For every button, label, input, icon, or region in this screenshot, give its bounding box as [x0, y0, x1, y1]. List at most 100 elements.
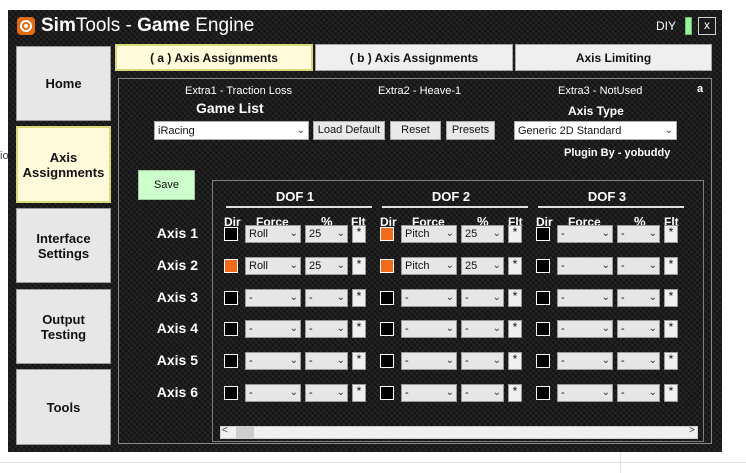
reset-button[interactable]: Reset [390, 121, 441, 140]
dof1-percent-select[interactable]: - ⌄ [305, 289, 348, 307]
dof3-force-select[interactable]: - ⌄ [557, 352, 613, 370]
dof1-filter-button[interactable]: * [352, 289, 366, 307]
dof1-force-select[interactable]: Roll ⌄ [245, 225, 301, 243]
dof2-dir-checkbox[interactable] [380, 227, 394, 241]
dof3-percent-select[interactable]: - ⌄ [617, 257, 660, 275]
dof2-force-select[interactable]: Pitch ⌄ [401, 225, 457, 243]
dof2-force-select[interactable]: - ⌄ [401, 352, 457, 370]
dof2-filter-button[interactable]: * [508, 320, 522, 338]
dof3-percent-select[interactable]: - ⌄ [617, 320, 660, 338]
dof3-filter-button[interactable]: * [664, 352, 678, 370]
tab-axis-limiting[interactable]: Axis Limiting [515, 44, 712, 71]
dof1-filter-button[interactable]: * [352, 320, 366, 338]
dof2-dir-checkbox[interactable] [380, 386, 394, 400]
dof1-percent-select[interactable]: 25 ⌄ [305, 257, 348, 275]
dof1-divider [226, 206, 372, 208]
dof3-dir-checkbox[interactable] [536, 322, 550, 336]
dof1-dir-checkbox[interactable] [224, 354, 238, 368]
title-bar[interactable]: SimTools - Game Engine DIY x [8, 10, 722, 42]
dof2-percent-select[interactable]: - ⌄ [461, 352, 504, 370]
dof3-force-select[interactable]: - ⌄ [557, 384, 613, 402]
dof3-dir-checkbox[interactable] [536, 291, 550, 305]
dof2-percent-select[interactable]: 25 ⌄ [461, 257, 504, 275]
dof2-filter-button[interactable]: * [508, 352, 522, 370]
game-list-select[interactable]: iRacing ⌄ [154, 121, 309, 140]
dof2-dir-checkbox[interactable] [380, 354, 394, 368]
presets-button[interactable]: Presets [446, 121, 495, 140]
dof2-force-select[interactable]: - ⌄ [401, 289, 457, 307]
dof3-filter-button[interactable]: * [664, 384, 678, 402]
sidebar-item-home[interactable]: Home [16, 46, 111, 121]
dof1-force-select[interactable]: - ⌄ [245, 289, 301, 307]
dof3-filter-button[interactable]: * [664, 257, 678, 275]
dof3-filter-button[interactable]: * [664, 320, 678, 338]
dof3-filter-button[interactable]: * [664, 225, 678, 243]
dof3-force-select[interactable]: - ⌄ [557, 289, 613, 307]
horizontal-scrollbar[interactable] [220, 426, 698, 439]
dof3-percent-select[interactable]: - ⌄ [617, 384, 660, 402]
dof2-filter-button[interactable]: * [508, 257, 522, 275]
dof2-divider [382, 206, 528, 208]
dof3-percent-select[interactable]: - ⌄ [617, 225, 660, 243]
dof1-dir-checkbox[interactable] [224, 322, 238, 336]
load-default-button[interactable]: Load Default [313, 121, 385, 140]
dof3-dir-checkbox[interactable] [536, 259, 550, 273]
dof2-filter-button[interactable]: * [508, 384, 522, 402]
dof2-force-select[interactable]: - ⌄ [401, 320, 457, 338]
dof3-force-select[interactable]: - ⌄ [557, 320, 613, 338]
sidebar-item-label: Home [45, 76, 82, 91]
dof3-force-select[interactable]: - ⌄ [557, 257, 613, 275]
dof2-dir-checkbox[interactable] [380, 291, 394, 305]
scrollbar-thumb[interactable] [236, 427, 254, 438]
dof2-filter-button[interactable]: * [508, 225, 522, 243]
dof3-dir-checkbox[interactable] [536, 386, 550, 400]
dof1-filter-button[interactable]: * [352, 352, 366, 370]
dof2-percent-select[interactable]: - ⌄ [461, 289, 504, 307]
sidebar-item-interface-settings[interactable]: Interface Settings [16, 208, 111, 283]
dof3-filter-button[interactable]: * [664, 289, 678, 307]
dof1-percent-select[interactable]: - ⌄ [305, 320, 348, 338]
dof1-dir-checkbox[interactable] [224, 291, 238, 305]
chevron-down-icon: ⌄ [601, 228, 610, 239]
dof2-percent-select[interactable]: 25 ⌄ [461, 225, 504, 243]
dof3-dir-checkbox[interactable] [536, 354, 550, 368]
scroll-right-arrow-icon[interactable]: > [689, 425, 695, 436]
dof2-percent-select[interactable]: - ⌄ [461, 320, 504, 338]
dof1-force-select[interactable]: - ⌄ [245, 352, 301, 370]
dof3-force-select[interactable]: - ⌄ [557, 225, 613, 243]
chevron-down-icon: ⌄ [492, 323, 501, 334]
save-button[interactable]: Save [138, 170, 195, 200]
dof2-force-select[interactable]: - ⌄ [401, 384, 457, 402]
dof1-percent-select[interactable]: - ⌄ [305, 352, 348, 370]
sidebar-item-axis-assignments[interactable]: Axis Assignments [16, 126, 111, 203]
dof1-percent-select[interactable]: 25 ⌄ [305, 225, 348, 243]
dof1-dir-checkbox[interactable] [224, 227, 238, 241]
dof1-force-select[interactable]: - ⌄ [245, 384, 301, 402]
dof3-percent-select[interactable]: - ⌄ [617, 352, 660, 370]
dof1-percent-select[interactable]: - ⌄ [305, 384, 348, 402]
dof2-dir-checkbox[interactable] [380, 259, 394, 273]
sidebar-item-tools[interactable]: Tools [16, 369, 111, 445]
close-button[interactable]: x [698, 17, 716, 35]
dof1-filter-button[interactable]: * [352, 384, 366, 402]
dof2-dir-checkbox[interactable] [380, 322, 394, 336]
dof1-filter-button[interactable]: * [352, 225, 366, 243]
panel-marker: a [697, 83, 704, 95]
dof2-percent-select[interactable]: - ⌄ [461, 384, 504, 402]
dof1-force-select[interactable]: - ⌄ [245, 320, 301, 338]
dof3-title: DOF 3 [587, 189, 627, 204]
tab-b-axis-assignments[interactable]: ( b ) Axis Assignments [315, 44, 513, 71]
dof1-dir-checkbox[interactable] [224, 386, 238, 400]
tab-a-axis-assignments[interactable]: ( a ) Axis Assignments [115, 44, 313, 71]
chevron-down-icon: ⌄ [664, 125, 673, 136]
sidebar-item-output-testing[interactable]: Output Testing [16, 289, 111, 364]
dof2-filter-button[interactable]: * [508, 289, 522, 307]
scroll-left-arrow-icon[interactable]: < [222, 425, 228, 436]
dof1-force-select[interactable]: Roll ⌄ [245, 257, 301, 275]
dof1-dir-checkbox[interactable] [224, 259, 238, 273]
dof3-dir-checkbox[interactable] [536, 227, 550, 241]
dof2-force-select[interactable]: Pitch ⌄ [401, 257, 457, 275]
axis-type-select[interactable]: Generic 2D Standard ⌄ [514, 121, 677, 140]
dof1-filter-button[interactable]: * [352, 257, 366, 275]
dof3-percent-select[interactable]: - ⌄ [617, 289, 660, 307]
